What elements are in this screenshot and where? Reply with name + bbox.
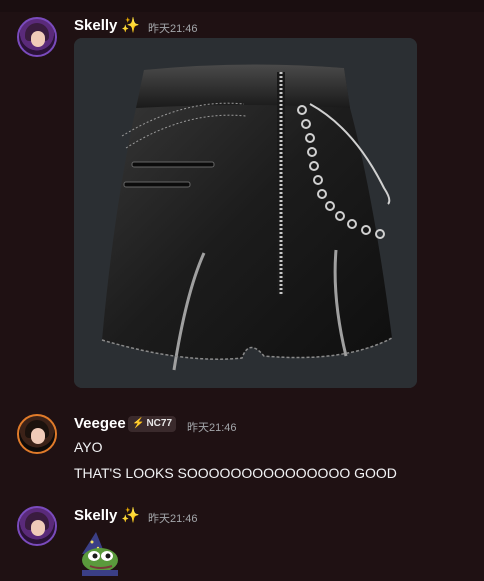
- message-veegee: Veegee ⚡ NC77 昨天21:46 AYO THAT'S LOOKS SO…: [0, 408, 484, 488]
- leather-shorts-image: [74, 38, 417, 388]
- avatar[interactable]: [17, 17, 57, 57]
- timestamp: 昨天21:46: [187, 422, 237, 434]
- bolt-icon: ⚡: [132, 418, 145, 429]
- timestamp: 昨天21:46: [148, 513, 198, 525]
- sparkle-icon: ✨: [121, 507, 140, 524]
- author-name[interactable]: Veegee: [74, 415, 126, 432]
- sparkle-icon: ✨: [121, 17, 140, 34]
- guild-tag-badge[interactable]: ⚡ NC77: [128, 416, 177, 432]
- pepe-wizard-emoji[interactable]: [74, 528, 122, 576]
- avatar[interactable]: [17, 506, 57, 546]
- author-name[interactable]: Skelly: [74, 507, 117, 524]
- image-attachment[interactable]: [74, 38, 417, 388]
- timestamp: 昨天21:46: [148, 23, 198, 35]
- author-name[interactable]: Skelly: [74, 17, 117, 34]
- message-line: AYO: [74, 439, 103, 455]
- top-divider: [0, 0, 484, 12]
- guild-tag-text: NC77: [146, 418, 173, 429]
- message-line: THAT'S LOOKS SOOOOOOOOOOOOOOO GOOD: [74, 465, 397, 481]
- message-skelly-emoji: Skelly ✨ 昨天21:46: [0, 498, 484, 581]
- avatar[interactable]: [17, 414, 57, 454]
